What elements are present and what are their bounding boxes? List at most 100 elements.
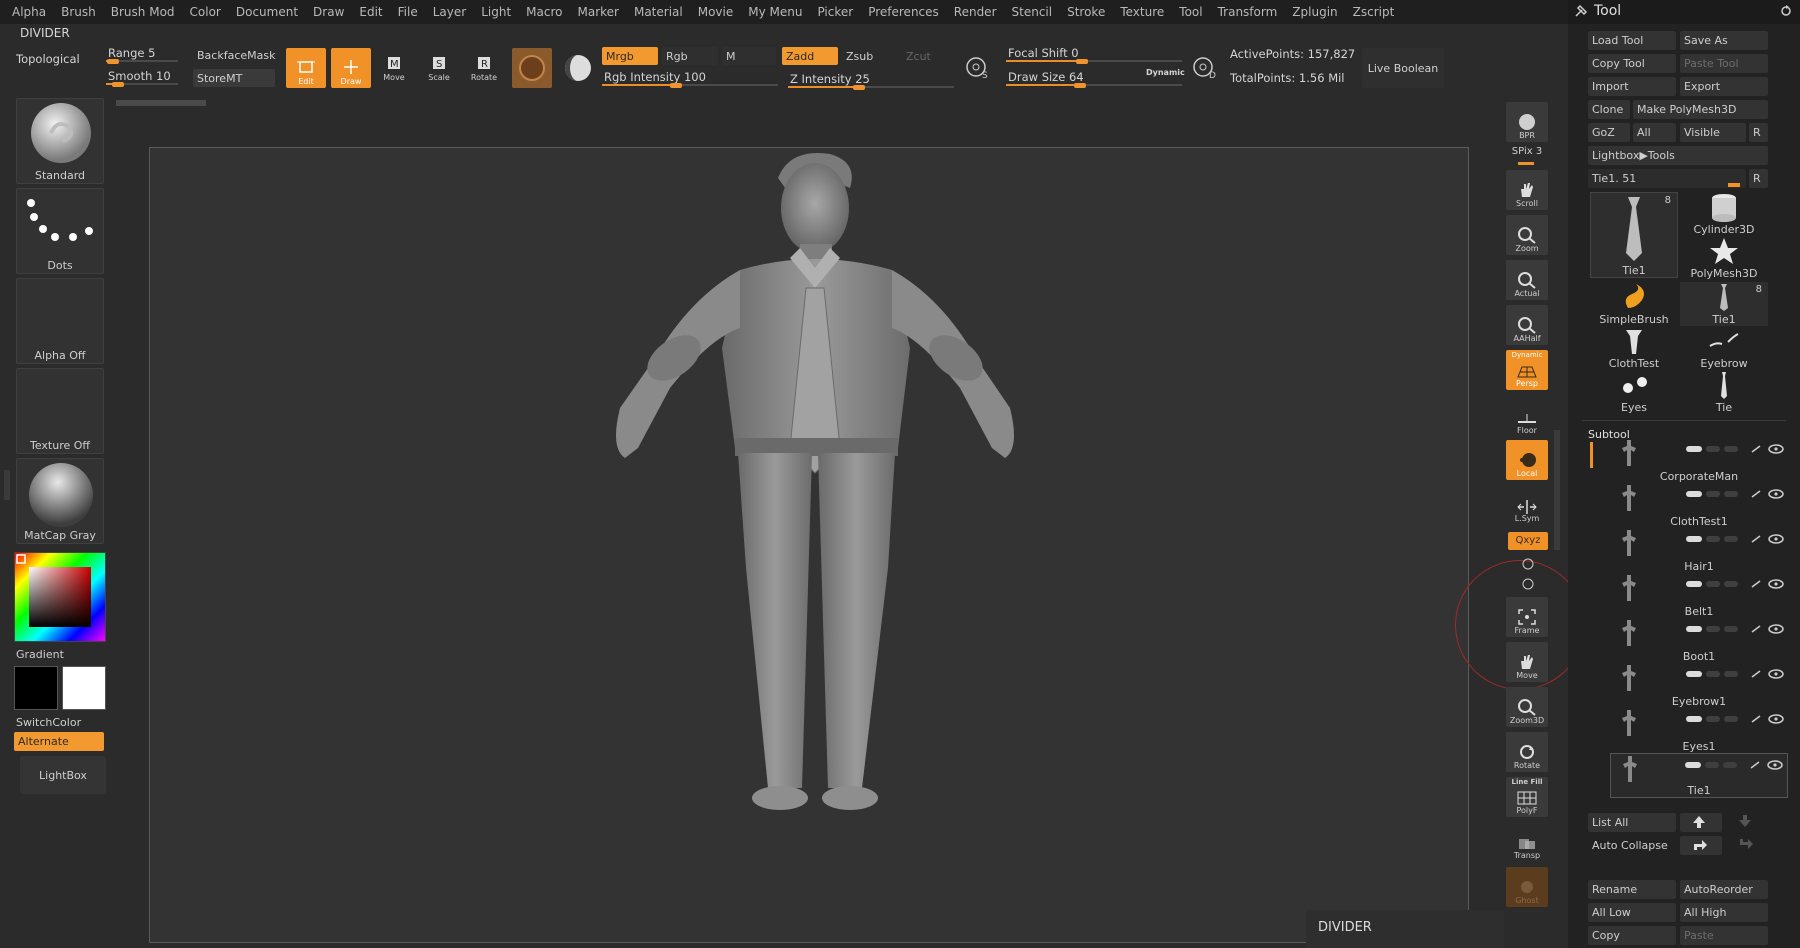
color-picker[interactable] [14, 552, 106, 642]
menu-zplugin[interactable]: Zplugin [1292, 5, 1337, 19]
texture-sphere[interactable] [558, 48, 598, 88]
local-button[interactable]: Local [1506, 440, 1548, 480]
smooth-slider[interactable] [106, 69, 178, 87]
subtool-visibility-controls[interactable] [1672, 530, 1788, 544]
import-button[interactable]: Import [1588, 77, 1676, 96]
paste-tool-button[interactable]: Paste Tool [1680, 54, 1768, 73]
tool-thumb-tie[interactable]: Tie [1680, 370, 1768, 414]
export-button[interactable]: Export [1680, 77, 1768, 96]
save-as-button[interactable]: Save As [1680, 31, 1768, 50]
menu-light[interactable]: Light [481, 5, 511, 19]
all-high-button[interactable]: All High [1680, 903, 1768, 922]
zsub-button[interactable]: Zsub [842, 47, 898, 65]
tool-thumb-eyebrow[interactable]: Eyebrow [1680, 326, 1768, 370]
m-button[interactable]: M [722, 47, 776, 65]
subtool-visibility-controls[interactable] [1671, 756, 1787, 770]
floor-button[interactable]: Floor [1506, 397, 1548, 437]
menu-brush-mod[interactable]: Brush Mod [111, 5, 175, 19]
move-button[interactable]: M Move [376, 48, 412, 84]
goz-button[interactable]: GoZ [1588, 123, 1630, 142]
range-slider[interactable] [106, 46, 178, 64]
list-all-button[interactable]: List All [1588, 813, 1676, 832]
goz-all-button[interactable]: All [1633, 123, 1676, 142]
zoom3d-button[interactable]: Zoom3D [1506, 687, 1548, 727]
left-tray-handle[interactable] [4, 470, 10, 500]
rename-button[interactable]: Rename [1588, 880, 1676, 899]
tool-thumb-tie1-small[interactable]: 8 Tie1 [1680, 282, 1768, 326]
canvas-viewport[interactable] [149, 147, 1469, 943]
tool-thumb-cylinder3d[interactable]: Cylinder3D [1680, 192, 1768, 236]
backfacemask-button[interactable]: BackfaceMask [193, 46, 275, 64]
switchcolor-button[interactable]: SwitchColor [16, 716, 81, 729]
rgb-intensity-slider[interactable] [602, 70, 778, 88]
scale-button[interactable]: S Scale [421, 48, 457, 84]
topological-label[interactable]: Topological [16, 52, 80, 66]
subtool-scrollbar[interactable] [1590, 442, 1593, 468]
material-swatch[interactable] [512, 48, 552, 88]
menu-movie[interactable]: Movie [698, 5, 734, 19]
menu-document[interactable]: Document [236, 5, 298, 19]
right-tray-handle[interactable] [1554, 430, 1560, 550]
move-up-button[interactable] [1680, 813, 1722, 832]
canvas-scroll-indicator[interactable] [116, 100, 206, 106]
menu-edit[interactable]: Edit [359, 5, 382, 19]
persp-button[interactable]: Dynamic Persp [1506, 350, 1548, 390]
menu-zscript[interactable]: Zscript [1353, 5, 1395, 19]
z-intensity-slider[interactable] [788, 72, 954, 90]
move-down-button[interactable] [1726, 813, 1768, 832]
dynamic-toggle[interactable]: Dynamic [1146, 68, 1185, 77]
storemt-button[interactable]: StoreMT [193, 69, 275, 87]
subtool-row[interactable]: Eyes1 [1610, 708, 1788, 753]
menu-transform[interactable]: Transform [1218, 5, 1278, 19]
all-low-button[interactable]: All Low [1588, 903, 1676, 922]
menu-tool[interactable]: Tool [1179, 5, 1202, 19]
subtool-visibility-controls[interactable] [1672, 485, 1788, 499]
make-polymesh-button[interactable]: Make PolyMesh3D [1633, 100, 1768, 119]
brush-standard-thumb[interactable]: Standard [16, 98, 104, 184]
ghost-button[interactable]: Ghost [1506, 867, 1548, 907]
tool-thumb-clothtest[interactable]: ClothTest [1590, 326, 1678, 370]
subtool-row[interactable]: ClothTest1 [1610, 483, 1788, 528]
polyf-button[interactable]: Line Fill PolyF [1506, 777, 1548, 817]
subtool-row[interactable]: Hair1 [1610, 528, 1788, 573]
menu-marker[interactable]: Marker [577, 5, 618, 19]
lsym-button[interactable]: L.Sym [1506, 485, 1548, 525]
subtool-row[interactable]: Boot1 [1610, 618, 1788, 663]
spix-slider-knob[interactable] [1518, 162, 1534, 165]
menu-brush[interactable]: Brush [61, 5, 96, 19]
scroll-button[interactable]: Scroll [1506, 170, 1548, 210]
goz-visible-button[interactable]: Visible [1680, 123, 1746, 142]
clone-button[interactable]: Clone [1588, 100, 1630, 119]
lightbox-button[interactable]: LightBox [20, 756, 106, 794]
subtool-row[interactable]: Tie1 [1610, 753, 1788, 798]
secondary-color-swatch[interactable] [62, 666, 106, 710]
move-view-button[interactable]: Move [1506, 642, 1548, 682]
menu-color[interactable]: Color [190, 5, 221, 19]
tool-thumb-tie1-large[interactable]: 8 Tie1 [1590, 192, 1678, 278]
rgb-button[interactable]: Rgb [662, 47, 718, 65]
tool-thumb-simplebrush[interactable]: SimpleBrush [1590, 282, 1678, 326]
menu-my-menu[interactable]: My Menu [748, 5, 802, 19]
stroke-dots-thumb[interactable]: Dots [16, 188, 104, 274]
menu-layer[interactable]: Layer [433, 5, 466, 19]
rotate-z-button[interactable] [1520, 576, 1536, 592]
menu-alpha[interactable]: Alpha [12, 5, 46, 19]
autoreorder-button[interactable]: AutoReorder [1680, 880, 1768, 899]
menu-draw[interactable]: Draw [313, 5, 344, 19]
draw-button[interactable]: Draw [331, 48, 371, 88]
menu-stencil[interactable]: Stencil [1012, 5, 1053, 19]
edit-button[interactable]: Edit [286, 48, 326, 88]
subtool-visibility-controls[interactable] [1672, 575, 1788, 589]
menu-macro[interactable]: Macro [526, 5, 562, 19]
bpr-button[interactable]: BPR [1506, 102, 1548, 142]
tool-thumb-polymesh3d[interactable]: PolyMesh3D [1680, 236, 1768, 280]
aahalf-button[interactable]: AAHalf [1506, 305, 1548, 345]
material-thumb[interactable]: MatCap Gray [16, 458, 104, 544]
paste-subtool-button[interactable]: Paste [1680, 926, 1768, 945]
menu-file[interactable]: File [398, 5, 418, 19]
move-to-top-button[interactable] [1680, 836, 1722, 855]
zadd-button[interactable]: Zadd [782, 47, 838, 65]
menu-texture[interactable]: Texture [1120, 5, 1164, 19]
copy-tool-button[interactable]: Copy Tool [1588, 54, 1676, 73]
zcut-button[interactable]: Zcut [902, 47, 956, 65]
